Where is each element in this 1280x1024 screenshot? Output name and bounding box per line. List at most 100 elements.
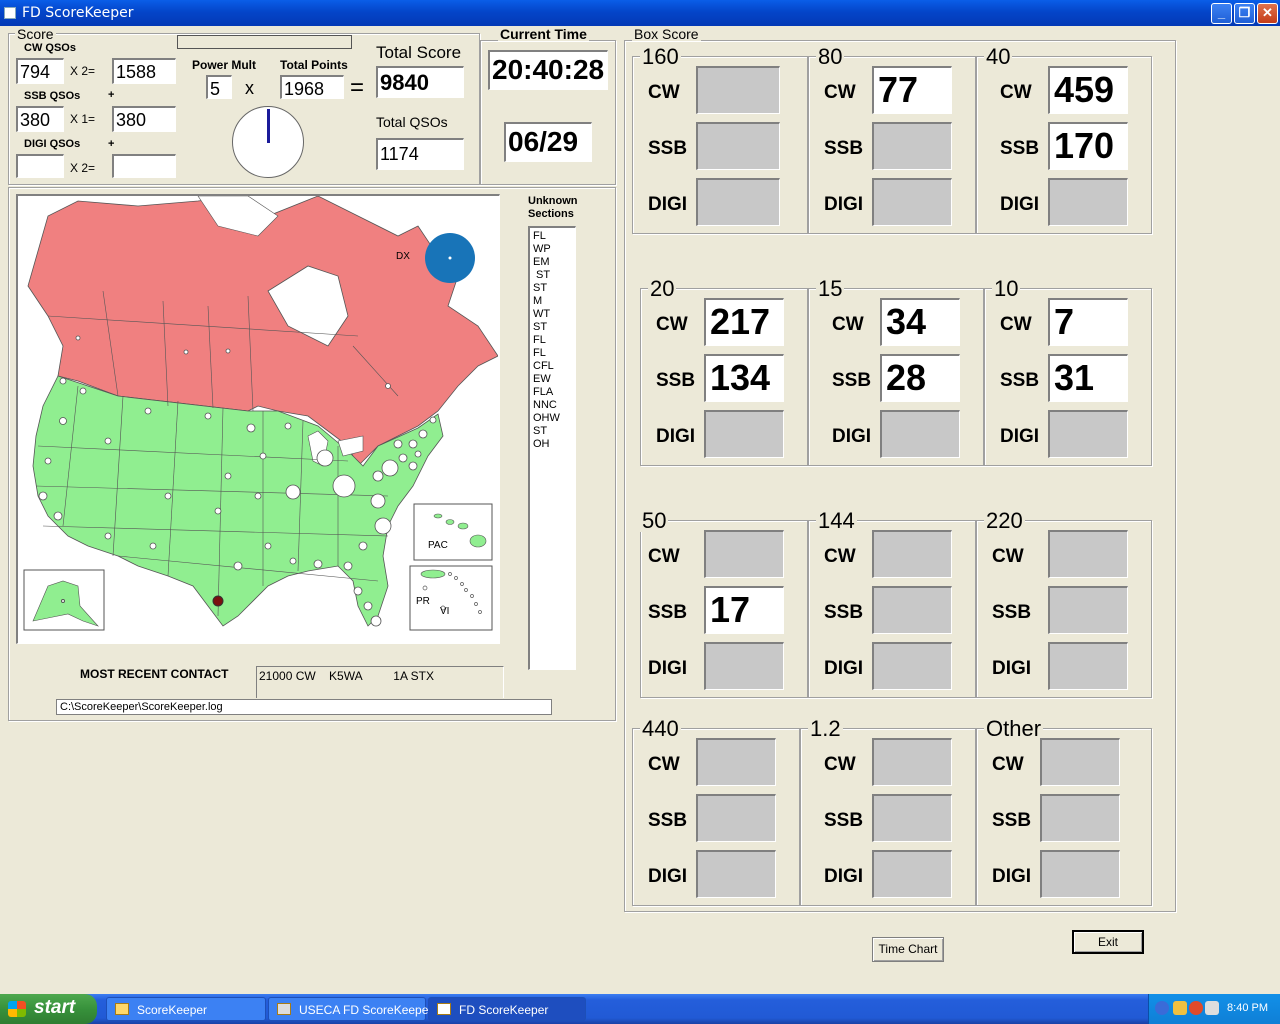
ssb-qsos-field[interactable]: 380 bbox=[16, 106, 64, 132]
clock-dial bbox=[232, 106, 304, 178]
close-button[interactable]: ✕ bbox=[1257, 3, 1278, 24]
band-cw-count[interactable]: 77 bbox=[872, 66, 952, 114]
unknown-sections-list[interactable]: FL WP EM ST ST M WT ST FL FL CFL EW FLA NNC OHW ST OH bbox=[528, 226, 576, 670]
total-points-field[interactable]: 1968 bbox=[280, 75, 344, 99]
maximize-button[interactable]: ❐ bbox=[1234, 3, 1255, 24]
cw-mode-label: CW bbox=[648, 82, 680, 103]
unknown-section-item[interactable]: ST bbox=[533, 269, 572, 282]
band-cw-count[interactable]: 217 bbox=[704, 298, 784, 346]
unknown-section-item[interactable]: WP bbox=[533, 243, 572, 256]
unknown-section-item[interactable]: ST bbox=[533, 282, 572, 295]
band-digi-count[interactable] bbox=[1048, 178, 1128, 226]
unknown-sections-items: FL WP EM ST ST M WT ST FL FL CFL EW FLA NNC OHW ST OH bbox=[533, 230, 572, 451]
band-cw-count[interactable] bbox=[1040, 738, 1120, 786]
unknown-section-item[interactable]: WT bbox=[533, 308, 572, 321]
unknown-section-item[interactable]: M bbox=[533, 295, 572, 308]
cw-points-field[interactable]: 1588 bbox=[112, 58, 176, 84]
log-path-field[interactable]: C:\ScoreKeeper\ScoreKeeper.log bbox=[56, 699, 552, 715]
band-digi-count[interactable] bbox=[1048, 642, 1128, 690]
pac-inset[interactable] bbox=[413, 503, 493, 561]
digi-qsos-label: DIGI QSOs bbox=[24, 138, 81, 150]
unknown-section-item[interactable]: OHW bbox=[533, 412, 572, 425]
minimize-button[interactable]: _ bbox=[1211, 3, 1232, 24]
recent-exchange: 1A STX bbox=[393, 669, 434, 683]
cw-mode-label: CW bbox=[656, 314, 688, 335]
unknown-section-item[interactable]: ST bbox=[533, 425, 572, 438]
unknown-section-item[interactable]: ST bbox=[533, 321, 572, 334]
band-digi-count[interactable] bbox=[704, 410, 784, 458]
band-digi-count[interactable] bbox=[872, 642, 952, 690]
task-scorekeeper[interactable]: ScoreKeeper bbox=[106, 997, 266, 1021]
tray-shield-icon[interactable] bbox=[1173, 1001, 1187, 1015]
task-useca[interactable]: USECA FD ScoreKeeper bbox=[268, 997, 432, 1021]
digi-mode-label: DIGI bbox=[992, 866, 1032, 887]
time-chart-button[interactable]: Time Chart bbox=[872, 937, 944, 962]
band-ssb-count[interactable] bbox=[872, 586, 952, 634]
unknown-section-item[interactable]: FL bbox=[533, 230, 572, 243]
band-digi-count[interactable] bbox=[1040, 850, 1120, 898]
total-qsos-field[interactable]: 1174 bbox=[376, 138, 464, 170]
unknown-section-item[interactable]: FL bbox=[533, 334, 572, 347]
digi-mode-label: DIGI bbox=[824, 866, 864, 887]
task-fd-scorekeeper[interactable]: FD ScoreKeeper bbox=[428, 997, 586, 1021]
band-ssb-count[interactable] bbox=[696, 794, 776, 842]
unknown-label-1: Unknown bbox=[528, 195, 578, 207]
band-digi-count[interactable] bbox=[880, 410, 960, 458]
unknown-section-item[interactable]: OH bbox=[533, 438, 572, 451]
band-digi-count[interactable] bbox=[704, 642, 784, 690]
unknown-section-item[interactable]: CFL bbox=[533, 360, 572, 373]
band-digi-count[interactable] bbox=[872, 850, 952, 898]
band-ssb-count[interactable] bbox=[872, 794, 952, 842]
band-title: 160 bbox=[640, 44, 681, 69]
band-cw-count[interactable] bbox=[696, 66, 780, 114]
cw-mode-label: CW bbox=[824, 82, 856, 103]
band-ssb-count[interactable] bbox=[1040, 794, 1120, 842]
digi-points-field[interactable] bbox=[112, 154, 176, 178]
band-digi-count[interactable] bbox=[872, 178, 952, 226]
cw-mode-label: CW bbox=[992, 754, 1024, 775]
start-button[interactable]: start bbox=[0, 994, 97, 1024]
band-cw-count[interactable]: 459 bbox=[1048, 66, 1128, 114]
band-digi-count[interactable] bbox=[1048, 410, 1128, 458]
total-score-field[interactable]: 9840 bbox=[376, 66, 464, 98]
exit-button[interactable]: Exit bbox=[1072, 930, 1144, 954]
band-ssb-count[interactable] bbox=[696, 122, 780, 170]
tray-network-icon[interactable] bbox=[1189, 1001, 1203, 1015]
band-cw-count[interactable] bbox=[872, 738, 952, 786]
unknown-section-item[interactable]: NNC bbox=[533, 399, 572, 412]
title-bar: FD ScoreKeeper _ ❐ ✕ bbox=[0, 0, 1280, 26]
band-ssb-count[interactable]: 134 bbox=[704, 354, 784, 402]
unknown-section-item[interactable]: FL bbox=[533, 347, 572, 360]
unknown-section-item[interactable]: EW bbox=[533, 373, 572, 386]
tray-volume-icon[interactable] bbox=[1205, 1001, 1219, 1015]
band-digi-count[interactable] bbox=[696, 850, 776, 898]
power-mult-label: Power Mult bbox=[192, 58, 257, 72]
digi-mode-label: DIGI bbox=[648, 866, 688, 887]
current-date-field[interactable]: 06/29 bbox=[504, 122, 592, 162]
taskbar: start ScoreKeeper USECA FD ScoreKeeper F… bbox=[0, 994, 1280, 1024]
current-time-field[interactable]: 20:40:28 bbox=[488, 50, 608, 90]
band-cw-count[interactable] bbox=[1048, 530, 1128, 578]
digi-qsos-field[interactable] bbox=[16, 154, 64, 178]
unknown-section-item[interactable]: FLA bbox=[533, 386, 572, 399]
band-cw-count[interactable]: 34 bbox=[880, 298, 960, 346]
band-ssb-count[interactable]: 17 bbox=[704, 586, 784, 634]
band-ssb-count[interactable]: 28 bbox=[880, 354, 960, 402]
power-mult-field[interactable]: 5 bbox=[206, 75, 232, 99]
band-title: 144 bbox=[816, 508, 857, 533]
section-map[interactable]: DX PAC PR VI bbox=[16, 194, 500, 644]
ssb-mode-label: SSB bbox=[656, 370, 696, 391]
tray-expand-icon[interactable] bbox=[1155, 1001, 1169, 1015]
band-ssb-count[interactable]: 31 bbox=[1048, 354, 1128, 402]
unknown-section-item[interactable]: EM bbox=[533, 256, 572, 269]
band-ssb-count[interactable] bbox=[1048, 586, 1128, 634]
band-ssb-count[interactable]: 170 bbox=[1048, 122, 1128, 170]
band-ssb-count[interactable] bbox=[872, 122, 952, 170]
band-cw-count[interactable]: 7 bbox=[1048, 298, 1128, 346]
cw-qsos-field[interactable]: 794 bbox=[16, 58, 64, 84]
ssb-points-field[interactable]: 380 bbox=[112, 106, 176, 132]
band-cw-count[interactable] bbox=[872, 530, 952, 578]
band-cw-count[interactable] bbox=[704, 530, 784, 578]
band-cw-count[interactable] bbox=[696, 738, 776, 786]
band-digi-count[interactable] bbox=[696, 178, 780, 226]
